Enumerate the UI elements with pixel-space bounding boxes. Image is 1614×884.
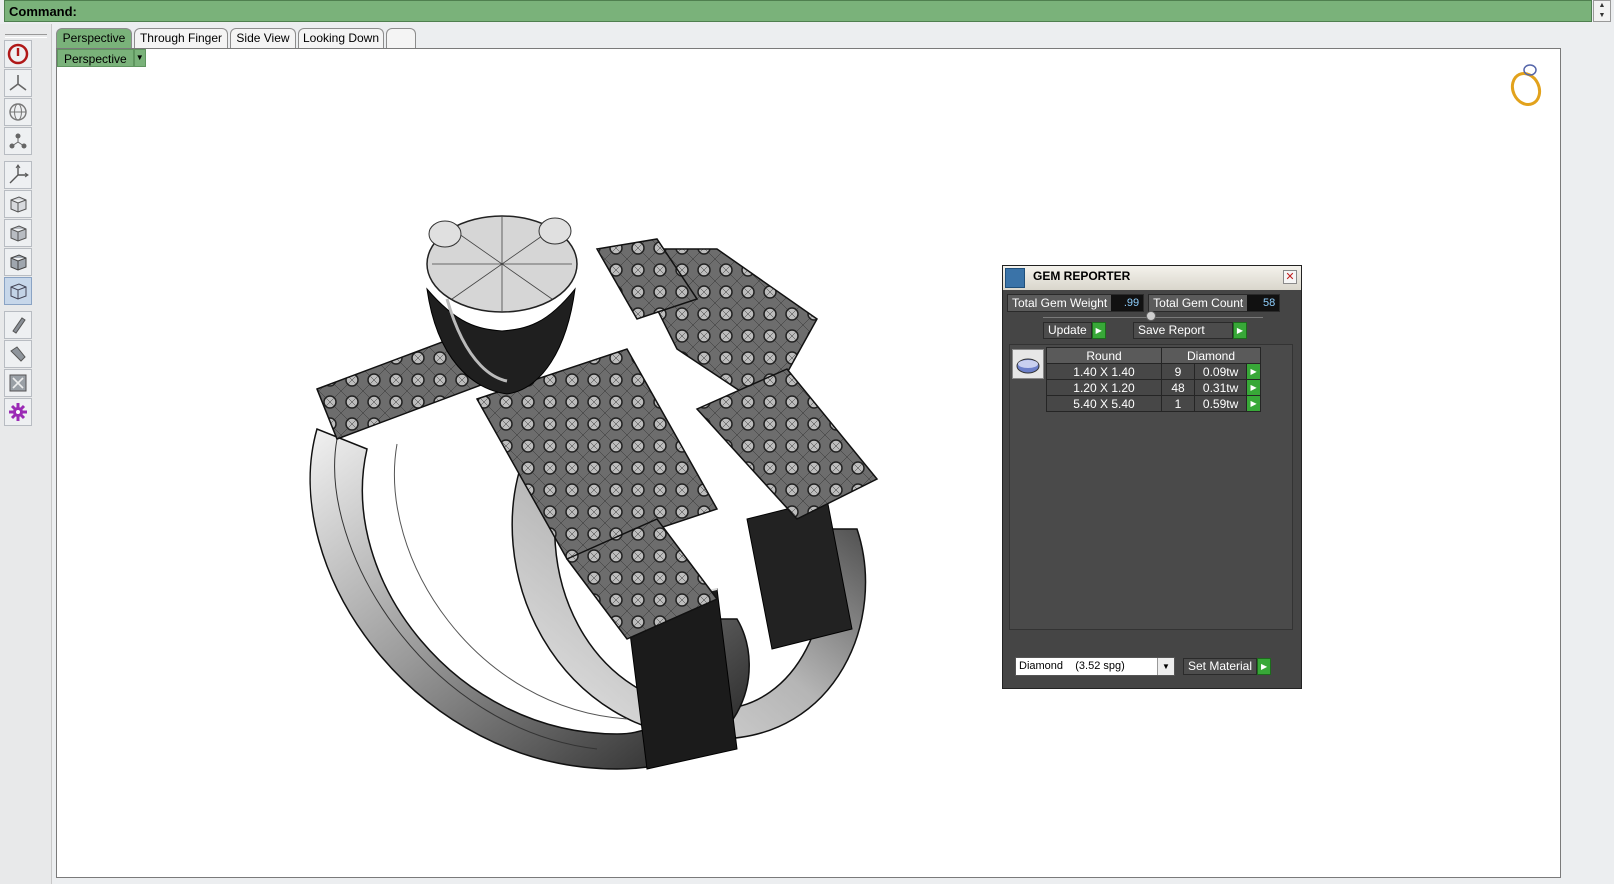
viewport-dropdown-label: Perspective bbox=[57, 49, 134, 67]
cube-icon[interactable] bbox=[4, 190, 32, 218]
row-select-button[interactable]: ▶ bbox=[1246, 363, 1261, 380]
3d-viewport[interactable]: Perspective ▼ bbox=[56, 48, 1561, 878]
gem-weight: 0.59tw bbox=[1193, 395, 1248, 412]
save-report-button[interactable]: Save Report ▶ bbox=[1133, 322, 1247, 339]
gem-list: Round Diamond 1.40 X 1.40 9 0.09tw ▶ 1.2… bbox=[1009, 344, 1293, 630]
column-header-shape[interactable]: Round bbox=[1046, 347, 1162, 364]
gem-size: 5.40 X 5.40 bbox=[1046, 395, 1162, 412]
row-select-button[interactable]: ▶ bbox=[1246, 379, 1261, 396]
tab-side-view[interactable]: Side View bbox=[230, 28, 296, 48]
total-gem-weight-label: Total Gem Weight bbox=[1012, 296, 1108, 310]
table-row[interactable]: 5.40 X 5.40 1 0.59tw ▶ bbox=[1046, 395, 1261, 412]
gem-count: 1 bbox=[1161, 395, 1195, 412]
update-button[interactable]: Update ▶ bbox=[1043, 322, 1106, 339]
tab-new[interactable] bbox=[386, 28, 416, 48]
gem-size: 1.40 X 1.40 bbox=[1046, 363, 1162, 380]
play-icon: ▶ bbox=[1257, 658, 1272, 675]
command-scroll[interactable]: ▲ ▼ bbox=[1593, 0, 1611, 22]
command-label: Command: bbox=[9, 4, 77, 19]
gem-reporter-titlebar[interactable]: GEM REPORTER ✕ bbox=[1003, 266, 1301, 290]
frame-icon[interactable] bbox=[4, 369, 32, 397]
material-select[interactable]: Diamond (3.52 spg) ▼ bbox=[1015, 657, 1175, 676]
cube-selected-icon[interactable] bbox=[4, 277, 32, 305]
set-material-button[interactable]: Set Material ▶ bbox=[1183, 658, 1272, 675]
set-material-button-label: Set Material bbox=[1183, 658, 1258, 675]
collapse-handle[interactable] bbox=[1146, 311, 1156, 321]
gem-size: 1.20 X 1.20 bbox=[1046, 379, 1162, 396]
total-gem-count: Total Gem Count 58 bbox=[1148, 294, 1281, 312]
chevron-down-icon: ▼ bbox=[1157, 658, 1174, 675]
play-icon: ▶ bbox=[1091, 322, 1106, 339]
total-gem-count-label: Total Gem Count bbox=[1153, 296, 1244, 310]
gem-stats: Total Gem Weight .99 Total Gem Count 58 bbox=[1007, 294, 1297, 312]
gem-shape-icon[interactable] bbox=[1012, 349, 1044, 379]
node-icon[interactable] bbox=[4, 127, 32, 155]
gem-reporter-app-icon bbox=[1005, 268, 1025, 288]
play-icon: ▶ bbox=[1233, 322, 1247, 339]
tool-icon[interactable] bbox=[4, 340, 32, 368]
cube-wire-icon[interactable] bbox=[4, 248, 32, 276]
total-gem-count-value: 58 bbox=[1247, 295, 1280, 311]
toolbar-grip[interactable] bbox=[5, 34, 47, 38]
globe-icon[interactable] bbox=[4, 98, 32, 126]
table-row[interactable]: 1.20 X 1.20 48 0.31tw ▶ bbox=[1046, 379, 1261, 396]
total-gem-weight: Total Gem Weight .99 bbox=[1007, 294, 1145, 312]
left-toolbar bbox=[0, 24, 52, 884]
column-header-material[interactable]: Diamond bbox=[1161, 347, 1261, 364]
table-header: Round Diamond bbox=[1046, 347, 1261, 364]
tab-looking-down[interactable]: Looking Down bbox=[298, 28, 384, 48]
ring-orientation-icon[interactable] bbox=[1506, 63, 1546, 109]
gem-count: 48 bbox=[1161, 379, 1195, 396]
gem-reporter-panel: GEM REPORTER ✕ Total Gem Weight .99 Tota… bbox=[1002, 265, 1302, 689]
viewport-dropdown[interactable]: Perspective ▼ bbox=[57, 49, 146, 67]
axes-icon[interactable] bbox=[4, 161, 32, 189]
tab-perspective[interactable]: Perspective bbox=[56, 28, 132, 48]
view-icon[interactable] bbox=[4, 69, 32, 97]
chevron-down-icon: ▼ bbox=[133, 49, 146, 67]
total-gem-weight-value: .99 bbox=[1111, 295, 1144, 311]
material-select-value: Diamond (3.52 spg) bbox=[1019, 660, 1125, 672]
gear-icon[interactable] bbox=[4, 398, 32, 426]
pencil-icon[interactable] bbox=[4, 311, 32, 339]
ring-model bbox=[309, 215, 879, 770]
gem-count: 9 bbox=[1161, 363, 1195, 380]
gem-weight: 0.09tw bbox=[1193, 363, 1248, 380]
close-icon[interactable]: ✕ bbox=[1283, 270, 1297, 284]
gem-reporter-title: GEM REPORTER bbox=[1033, 269, 1131, 283]
gem-table: Round Diamond 1.40 X 1.40 9 0.09tw ▶ 1.2… bbox=[1046, 347, 1261, 412]
save-report-button-label: Save Report bbox=[1133, 322, 1233, 339]
tab-through-finger[interactable]: Through Finger bbox=[134, 28, 228, 48]
power-icon[interactable] bbox=[4, 40, 32, 68]
update-button-label: Update bbox=[1043, 322, 1092, 339]
row-select-button[interactable]: ▶ bbox=[1246, 395, 1261, 412]
cube-shaded-icon[interactable] bbox=[4, 219, 32, 247]
command-bar[interactable]: Command: ▲ ▼ bbox=[4, 0, 1611, 22]
gem-weight: 0.31tw bbox=[1193, 379, 1248, 396]
table-row[interactable]: 1.40 X 1.40 9 0.09tw ▶ bbox=[1046, 363, 1261, 380]
